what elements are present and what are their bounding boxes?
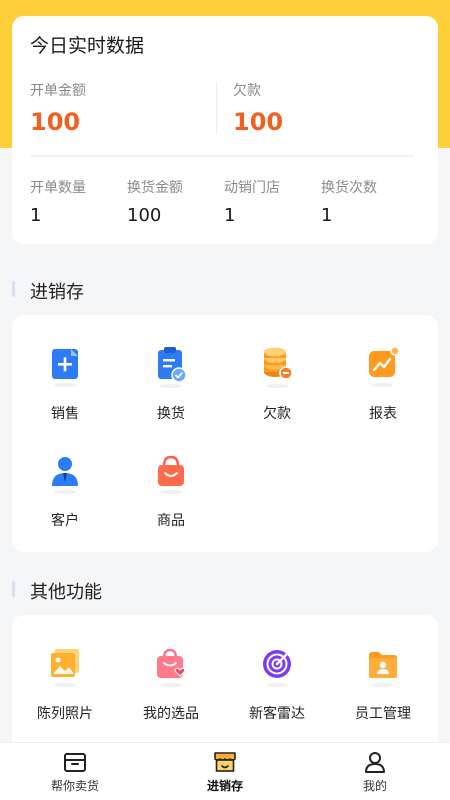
debt-label: 欠款 [233,83,261,99]
favorite-bag-icon [157,648,186,687]
radar-target-icon [263,650,291,687]
inventory-item-label: 欠款 [263,406,291,422]
report-chart-icon [369,346,400,387]
inventory-item-label: 销售 [51,406,79,422]
active-stores-value: 1 [224,205,236,226]
exchange-amount-value: 100 [127,205,162,226]
other-section-title: 其他功能 [30,582,102,603]
inventory-item-label: 商品 [157,513,185,529]
nav-tab-label: 帮你卖货 [50,779,99,793]
shop-awning-icon [214,752,236,772]
other-item-staff-management[interactable]: 员工管理 [330,645,436,723]
stats-separator [30,155,414,157]
inventory-item-customer[interactable]: 客户 [12,452,118,530]
nav-tab-mine[interactable]: 我的 [325,749,425,794]
bottom-navigation: 帮你卖货 进销存 我的 [0,742,450,800]
amount-value: 100 [30,108,81,136]
exchange-times-value: 1 [321,205,333,226]
inventory-item-goods[interactable]: 商品 [118,452,224,530]
other-item-new-customer-radar[interactable]: 新客雷达 [224,645,330,723]
user-profile-icon [365,752,385,773]
inventory-section-marker [12,281,15,297]
inventory-item-exchange[interactable]: 换货 [118,345,224,423]
order-count-label: 开单数量 [30,180,86,196]
other-item-label: 陈列照片 [37,706,93,722]
staff-folder-icon [369,652,397,687]
exchange-times-label: 换货次数 [321,180,377,196]
other-functions-card: 陈列照片 我的选品 新客雷达 员工管理 [12,615,438,755]
inventory-item-report[interactable]: 报表 [330,345,436,423]
inventory-item-label: 报表 [369,406,397,422]
inventory-item-sales[interactable]: 销售 [12,345,118,423]
other-section-marker [12,581,15,597]
inventory-card: 销售 换货 欠款 报表 客户 商品 [12,315,438,552]
customer-person-icon [52,457,78,494]
coins-debt-icon [264,347,293,388]
nav-tab-label: 进销存 [206,779,243,793]
nav-tab-label: 我的 [362,779,387,793]
exchange-amount-label: 换货金额 [127,180,183,196]
other-item-my-selection[interactable]: 我的选品 [118,645,224,723]
photo-gallery-icon [51,649,79,687]
store-box-icon [64,753,86,772]
stats-title: 今日实时数据 [30,35,145,57]
nav-tab-help-sell[interactable]: 帮你卖货 [25,749,125,794]
order-count-value: 1 [30,205,42,226]
amount-label: 开单金额 [30,83,86,99]
nav-tab-inventory[interactable]: 进销存 [175,749,275,794]
inventory-item-label: 换货 [157,406,185,422]
exchange-clipboard-icon [158,347,187,388]
other-item-label: 员工管理 [355,706,411,722]
active-stores-label: 动销门店 [224,180,280,196]
inventory-item-label: 客户 [51,513,79,529]
other-item-label: 新客雷达 [249,706,305,722]
debt-value: 100 [233,108,284,136]
sales-document-icon [52,349,78,387]
other-item-label: 我的选品 [143,706,199,722]
stats-divider [216,82,217,134]
inventory-section-title: 进销存 [30,282,84,303]
shopping-bag-icon [158,455,184,494]
other-item-display-photos[interactable]: 陈列照片 [12,645,118,723]
inventory-item-debt[interactable]: 欠款 [224,345,330,423]
